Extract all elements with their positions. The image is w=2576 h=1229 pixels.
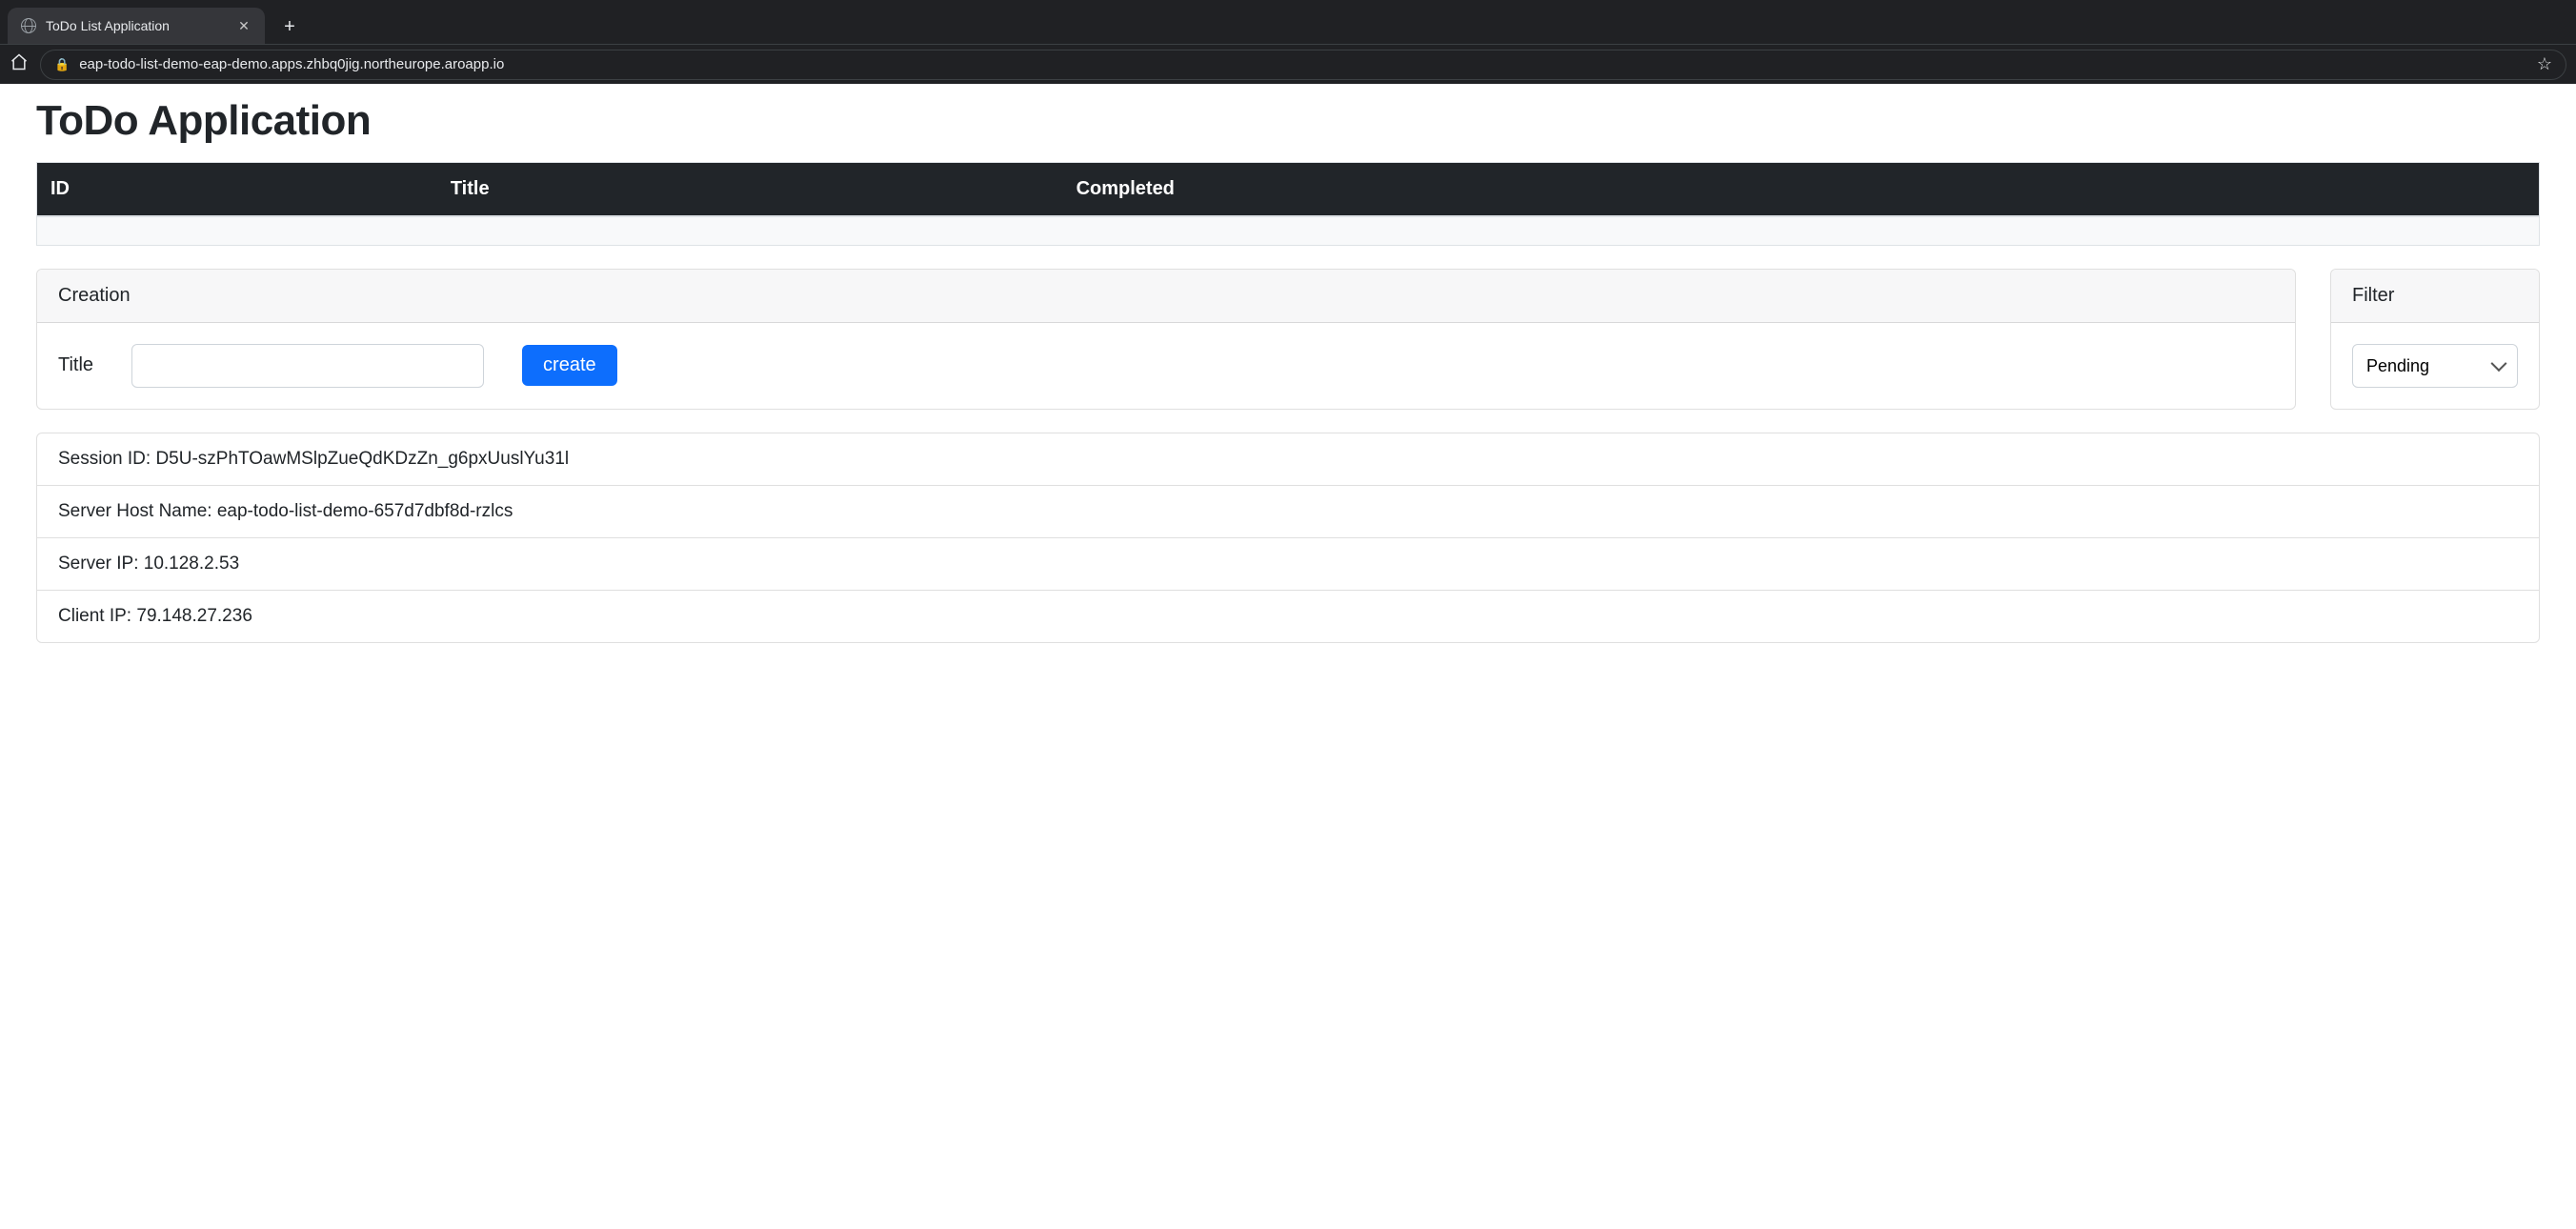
creation-panel-title: Creation (37, 270, 2295, 323)
tab-title: ToDo List Application (46, 18, 227, 33)
info-client-ip: Client IP: 79.148.27.236 (37, 590, 2539, 642)
browser-toolbar: 🔒 eap-todo-list-demo-eap-demo.apps.zhbq0… (0, 44, 2576, 84)
filter-select-wrap: Pending (2352, 344, 2518, 388)
todo-table: ID Title Completed (36, 162, 2540, 246)
info-server-host: Server Host Name: eap-todo-list-demo-657… (37, 485, 2539, 537)
page-content: ToDo Application ID Title Completed Crea… (0, 97, 2576, 681)
url-text: eap-todo-list-demo-eap-demo.apps.zhbq0ji… (79, 56, 2527, 72)
page-title: ToDo Application (36, 97, 2540, 145)
title-input[interactable] (131, 344, 484, 388)
browser-tab[interactable]: ToDo List Application ✕ (8, 8, 265, 44)
close-tab-icon[interactable]: ✕ (236, 18, 252, 33)
info-session-id: Session ID: D5U-szPhTOawMSlpZueQdKDzZn_g… (37, 433, 2539, 485)
filter-panel-title: Filter (2331, 270, 2539, 323)
filter-panel: Filter Pending (2330, 269, 2540, 410)
globe-icon (21, 18, 36, 33)
creation-panel: Creation Title create (36, 269, 2296, 410)
lock-icon: 🔒 (54, 57, 70, 72)
info-list: Session ID: D5U-szPhTOawMSlpZueQdKDzZn_g… (36, 433, 2540, 643)
home-icon[interactable] (10, 52, 29, 76)
col-header-title: Title (437, 163, 1063, 217)
table-empty-row (37, 216, 2540, 245)
new-tab-button[interactable]: + (276, 13, 303, 40)
filter-select[interactable]: Pending (2352, 344, 2518, 388)
col-header-id: ID (37, 163, 437, 217)
col-header-completed: Completed (1063, 163, 2540, 217)
address-bar[interactable]: 🔒 eap-todo-list-demo-eap-demo.apps.zhbq0… (40, 50, 2566, 80)
tab-strip: ToDo List Application ✕ + (0, 0, 2576, 44)
browser-chrome: ToDo List Application ✕ + 🔒 eap-todo-lis… (0, 0, 2576, 84)
bookmark-star-icon[interactable]: ☆ (2537, 54, 2552, 74)
info-server-ip: Server IP: 10.128.2.53 (37, 537, 2539, 590)
create-button[interactable]: create (522, 345, 617, 386)
title-label: Title (58, 354, 93, 376)
